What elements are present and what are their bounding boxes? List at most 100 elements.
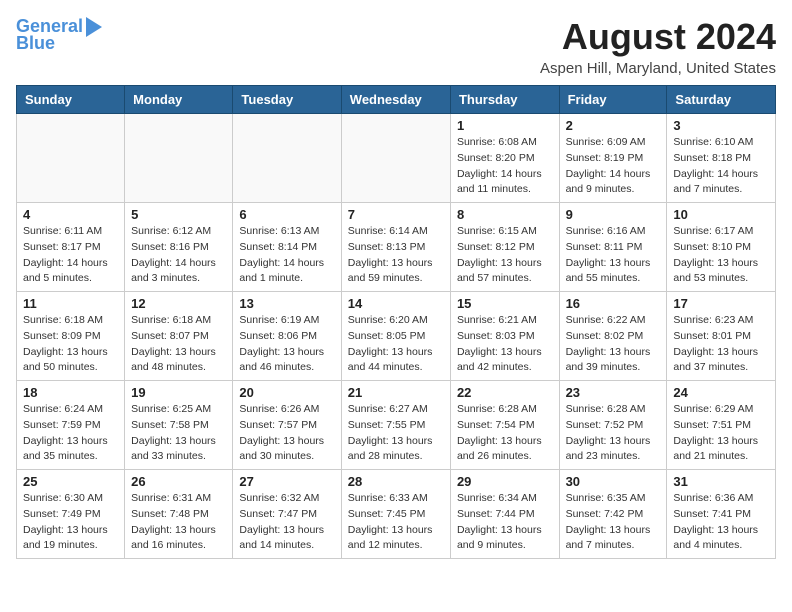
col-header-wednesday: Wednesday	[341, 86, 450, 114]
day-info: Sunrise: 6:13 AMSunset: 8:14 PMDaylight:…	[239, 224, 334, 287]
month-title: August 2024	[540, 16, 776, 58]
day-number: 8	[457, 207, 553, 222]
day-number: 29	[457, 474, 553, 489]
calendar-cell	[17, 114, 125, 203]
calendar-cell: 14 Sunrise: 6:20 AMSunset: 8:05 PMDayligh…	[341, 292, 450, 381]
col-header-tuesday: Tuesday	[233, 86, 341, 114]
day-number: 16	[566, 296, 661, 311]
day-number: 12	[131, 296, 226, 311]
day-info: Sunrise: 6:18 AMSunset: 8:07 PMDaylight:…	[131, 313, 226, 376]
day-number: 4	[23, 207, 118, 222]
calendar-cell: 27 Sunrise: 6:32 AMSunset: 7:47 PMDayligh…	[233, 470, 341, 559]
logo-arrow-icon	[86, 17, 102, 37]
day-info: Sunrise: 6:31 AMSunset: 7:48 PMDaylight:…	[131, 491, 226, 554]
location-text: Aspen Hill, Maryland, United States	[540, 60, 776, 77]
day-number: 6	[239, 207, 334, 222]
calendar-cell: 8 Sunrise: 6:15 AMSunset: 8:12 PMDaylight…	[450, 203, 559, 292]
day-number: 23	[566, 385, 661, 400]
day-info: Sunrise: 6:24 AMSunset: 7:59 PMDaylight:…	[23, 402, 118, 465]
col-header-friday: Friday	[559, 86, 667, 114]
day-info: Sunrise: 6:23 AMSunset: 8:01 PMDaylight:…	[673, 313, 769, 376]
day-number: 7	[348, 207, 444, 222]
calendar-cell: 29Sunrise: 6:34 AMSunset: 7:44 PMDayligh…	[450, 470, 559, 559]
day-number: 21	[348, 385, 444, 400]
day-number: 20	[239, 385, 334, 400]
col-header-thursday: Thursday	[450, 86, 559, 114]
week-row-2: 4Sunrise: 6:11 AMSunset: 8:17 PMDaylight…	[17, 203, 776, 292]
day-info: Sunrise: 6:17 AMSunset: 8:10 PMDaylight:…	[673, 224, 769, 287]
calendar-cell: 28 Sunrise: 6:33 AMSunset: 7:45 PMDayligh…	[341, 470, 450, 559]
calendar-cell: 11 Sunrise: 6:18 AMSunset: 8:09 PMDayligh…	[17, 292, 125, 381]
day-info: Sunrise: 6:26 AMSunset: 7:57 PMDaylight:…	[239, 402, 334, 465]
day-number: 2	[566, 118, 661, 133]
calendar-cell: 4Sunrise: 6:11 AMSunset: 8:17 PMDaylight…	[17, 203, 125, 292]
day-info: Sunrise: 6:12 AMSunset: 8:16 PMDaylight:…	[131, 224, 226, 287]
day-number: 15	[457, 296, 553, 311]
day-info: Sunrise: 6:33 AMSunset: 7:45 PMDaylight:…	[348, 491, 444, 554]
day-number: 31	[673, 474, 769, 489]
logo: General Blue	[16, 16, 102, 54]
day-info: Sunrise: 6:18 AMSunset: 8:09 PMDaylight:…	[23, 313, 118, 376]
logo-blue-text: Blue	[16, 33, 55, 54]
calendar-cell: 25 Sunrise: 6:30 AMSunset: 7:49 PMDayligh…	[17, 470, 125, 559]
calendar-cell	[233, 114, 341, 203]
day-number: 22	[457, 385, 553, 400]
day-info: Sunrise: 6:32 AMSunset: 7:47 PMDaylight:…	[239, 491, 334, 554]
day-number: 27	[239, 474, 334, 489]
day-number: 11	[23, 296, 118, 311]
day-info: Sunrise: 6:16 AMSunset: 8:11 PMDaylight:…	[566, 224, 661, 287]
calendar-cell: 18 Sunrise: 6:24 AMSunset: 7:59 PMDayligh…	[17, 381, 125, 470]
week-row-3: 11 Sunrise: 6:18 AMSunset: 8:09 PMDayligh…	[17, 292, 776, 381]
day-info: Sunrise: 6:10 AMSunset: 8:18 PMDaylight:…	[673, 135, 769, 198]
day-number: 3	[673, 118, 769, 133]
calendar-cell: 1Sunrise: 6:08 AMSunset: 8:20 PMDaylight…	[450, 114, 559, 203]
day-number: 9	[566, 207, 661, 222]
day-info: Sunrise: 6:20 AMSunset: 8:05 PMDaylight:…	[348, 313, 444, 376]
calendar-cell: 2 Sunrise: 6:09 AMSunset: 8:19 PMDaylight…	[559, 114, 667, 203]
day-number: 10	[673, 207, 769, 222]
day-info: Sunrise: 6:28 AMSunset: 7:52 PMDaylight:…	[566, 402, 661, 465]
day-info: Sunrise: 6:25 AMSunset: 7:58 PMDaylight:…	[131, 402, 226, 465]
day-number: 24	[673, 385, 769, 400]
calendar-cell: 3 Sunrise: 6:10 AMSunset: 8:18 PMDaylight…	[667, 114, 776, 203]
title-block: August 2024 Aspen Hill, Maryland, United…	[540, 16, 776, 77]
week-row-5: 25 Sunrise: 6:30 AMSunset: 7:49 PMDayligh…	[17, 470, 776, 559]
calendar-cell: 13Sunrise: 6:19 AMSunset: 8:06 PMDayligh…	[233, 292, 341, 381]
col-header-monday: Monday	[125, 86, 233, 114]
calendar-cell: 26 Sunrise: 6:31 AMSunset: 7:48 PMDayligh…	[125, 470, 233, 559]
day-info: Sunrise: 6:29 AMSunset: 7:51 PMDaylight:…	[673, 402, 769, 465]
day-number: 18	[23, 385, 118, 400]
day-number: 30	[566, 474, 661, 489]
col-header-sunday: Sunday	[17, 86, 125, 114]
calendar-cell: 6 Sunrise: 6:13 AMSunset: 8:14 PMDaylight…	[233, 203, 341, 292]
calendar-cell: 17Sunrise: 6:23 AMSunset: 8:01 PMDayligh…	[667, 292, 776, 381]
calendar-cell	[125, 114, 233, 203]
calendar-cell: 12 Sunrise: 6:18 AMSunset: 8:07 PMDayligh…	[125, 292, 233, 381]
calendar-cell: 30Sunrise: 6:35 AMSunset: 7:42 PMDayligh…	[559, 470, 667, 559]
day-number: 13	[239, 296, 334, 311]
calendar-cell: 19 Sunrise: 6:25 AMSunset: 7:58 PMDayligh…	[125, 381, 233, 470]
day-info: Sunrise: 6:21 AMSunset: 8:03 PMDaylight:…	[457, 313, 553, 376]
day-info: Sunrise: 6:36 AMSunset: 7:41 PMDaylight:…	[673, 491, 769, 554]
week-row-1: 1Sunrise: 6:08 AMSunset: 8:20 PMDaylight…	[17, 114, 776, 203]
day-number: 28	[348, 474, 444, 489]
day-number: 26	[131, 474, 226, 489]
calendar-cell	[341, 114, 450, 203]
day-info: Sunrise: 6:08 AMSunset: 8:20 PMDaylight:…	[457, 135, 553, 198]
day-number: 14	[348, 296, 444, 311]
col-header-saturday: Saturday	[667, 86, 776, 114]
day-info: Sunrise: 6:14 AMSunset: 8:13 PMDaylight:…	[348, 224, 444, 287]
day-info: Sunrise: 6:28 AMSunset: 7:54 PMDaylight:…	[457, 402, 553, 465]
calendar-cell: 24 Sunrise: 6:29 AMSunset: 7:51 PMDayligh…	[667, 381, 776, 470]
day-number: 25	[23, 474, 118, 489]
day-number: 5	[131, 207, 226, 222]
day-info: Sunrise: 6:30 AMSunset: 7:49 PMDaylight:…	[23, 491, 118, 554]
calendar-cell: 10 Sunrise: 6:17 AMSunset: 8:10 PMDayligh…	[667, 203, 776, 292]
calendar-cell: 7 Sunrise: 6:14 AMSunset: 8:13 PMDaylight…	[341, 203, 450, 292]
calendar-cell: 9 Sunrise: 6:16 AMSunset: 8:11 PMDaylight…	[559, 203, 667, 292]
day-info: Sunrise: 6:09 AMSunset: 8:19 PMDaylight:…	[566, 135, 661, 198]
day-info: Sunrise: 6:15 AMSunset: 8:12 PMDaylight:…	[457, 224, 553, 287]
page-header: General Blue August 2024 Aspen Hill, Mar…	[16, 16, 776, 77]
day-number: 19	[131, 385, 226, 400]
calendar-cell: 16Sunrise: 6:22 AMSunset: 8:02 PMDayligh…	[559, 292, 667, 381]
